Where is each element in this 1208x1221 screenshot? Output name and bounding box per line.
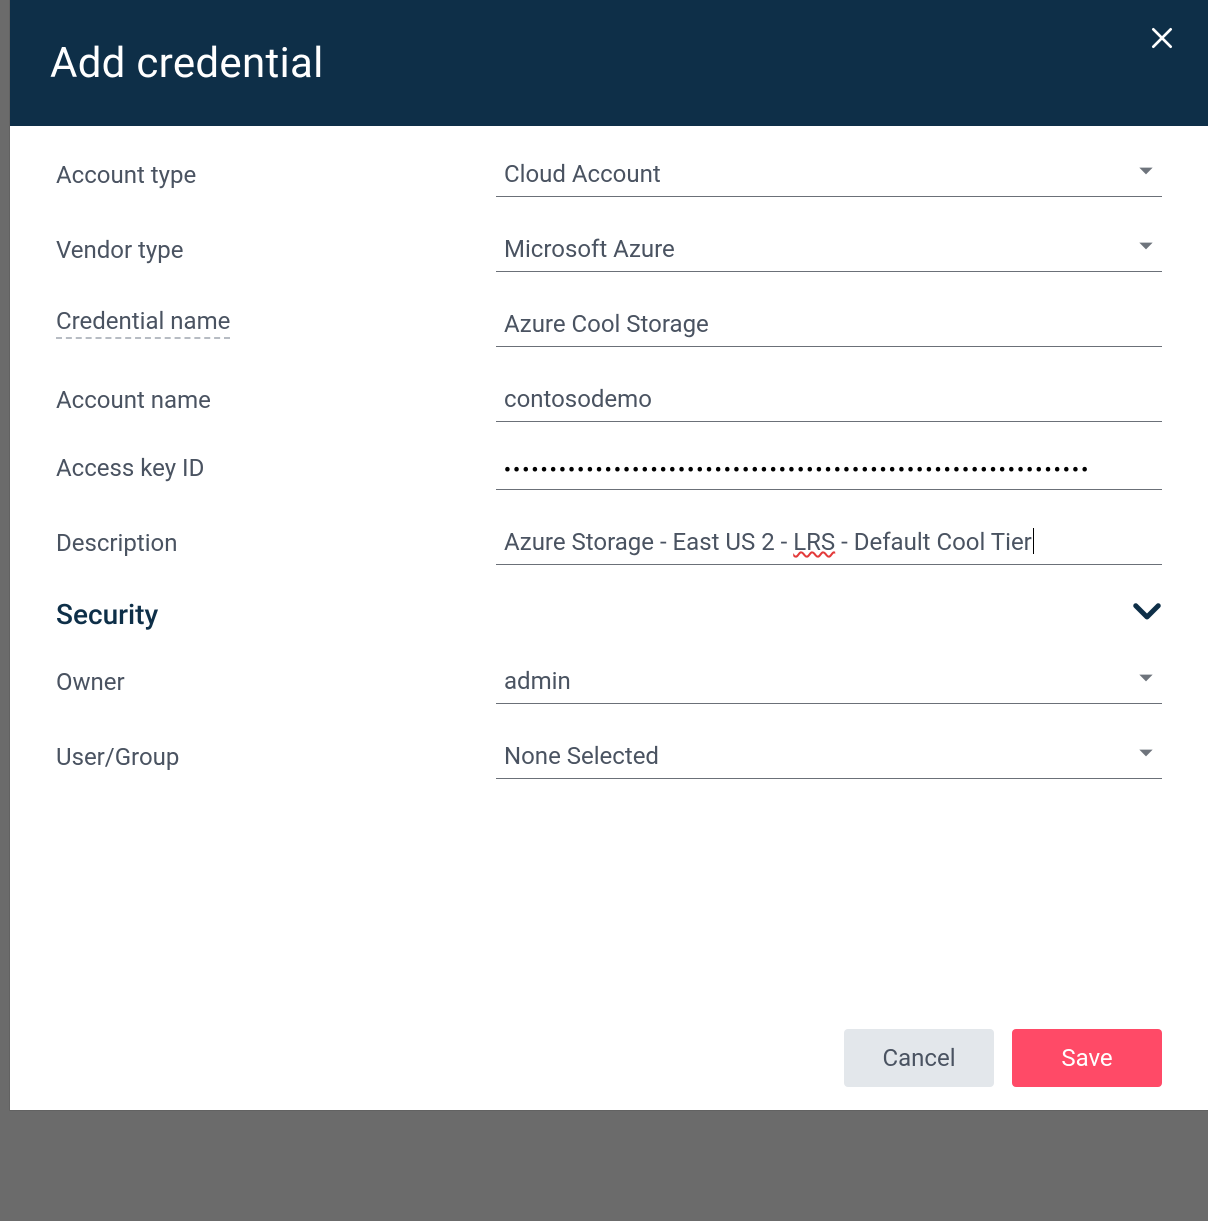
row-user-group: User/Group None Selected [56, 736, 1162, 779]
row-account-name: Account name [56, 379, 1162, 422]
select-owner-value[interactable]: admin [496, 661, 1162, 704]
field-account-name [496, 379, 1162, 422]
label-account-name: Account name [56, 386, 496, 422]
field-account-type[interactable]: Cloud Account [496, 154, 1162, 197]
label-account-type: Account type [56, 161, 496, 197]
row-access-key-id: Access key ID ••••••••••••••••••••••••••… [56, 454, 1162, 490]
description-text-suffix: - Default Cool Tier [835, 528, 1032, 556]
label-credential-name: Credential name [56, 307, 496, 347]
modal-body: Account type Cloud Account Vendor type M… [10, 126, 1208, 1006]
row-description: Description Azure Storage - East US 2 - … [56, 522, 1162, 565]
close-icon [1149, 25, 1175, 51]
field-description: Azure Storage - East US 2 - LRS - Defaul… [496, 522, 1162, 565]
field-credential-name [496, 304, 1162, 347]
close-button[interactable] [1142, 18, 1182, 58]
label-owner: Owner [56, 668, 496, 704]
label-user-group: User/Group [56, 743, 496, 779]
row-credential-name: Credential name [56, 304, 1162, 347]
section-security-title: Security [56, 598, 158, 631]
input-account-name[interactable] [496, 379, 1162, 422]
select-user-group-value[interactable]: None Selected [496, 736, 1162, 779]
modal-title: Add credential [50, 39, 324, 88]
save-button[interactable]: Save [1012, 1029, 1162, 1087]
field-access-key-id: ••••••••••••••••••••••••••••••••••••••••… [496, 454, 1162, 490]
label-credential-name-text: Credential name [56, 307, 230, 339]
input-credential-name[interactable] [496, 304, 1162, 347]
field-owner[interactable]: admin [496, 661, 1162, 704]
row-account-type: Account type Cloud Account [56, 154, 1162, 197]
modal-footer: Cancel Save [10, 1006, 1208, 1110]
select-account-type-value[interactable]: Cloud Account [496, 154, 1162, 197]
section-security-header[interactable]: Security [56, 597, 1162, 631]
select-vendor-type-value[interactable]: Microsoft Azure [496, 229, 1162, 272]
row-owner: Owner admin [56, 661, 1162, 704]
input-description[interactable]: Azure Storage - East US 2 - LRS - Defaul… [496, 522, 1162, 565]
label-vendor-type: Vendor type [56, 236, 496, 272]
add-credential-modal: Add credential Account type Cloud Accoun… [10, 0, 1208, 1110]
description-text-spell: LRS [793, 528, 835, 556]
description-text-prefix: Azure Storage - East US 2 - [504, 528, 793, 556]
row-vendor-type: Vendor type Microsoft Azure [56, 229, 1162, 272]
field-user-group[interactable]: None Selected [496, 736, 1162, 779]
field-vendor-type[interactable]: Microsoft Azure [496, 229, 1162, 272]
text-caret-icon [1033, 528, 1034, 554]
modal-header: Add credential [10, 0, 1208, 126]
chevron-down-icon [1132, 597, 1162, 631]
label-access-key-id: Access key ID [56, 454, 496, 490]
label-description: Description [56, 529, 496, 565]
cancel-button[interactable]: Cancel [844, 1029, 994, 1087]
input-access-key-id[interactable]: ••••••••••••••••••••••••••••••••••••••••… [496, 454, 1162, 490]
